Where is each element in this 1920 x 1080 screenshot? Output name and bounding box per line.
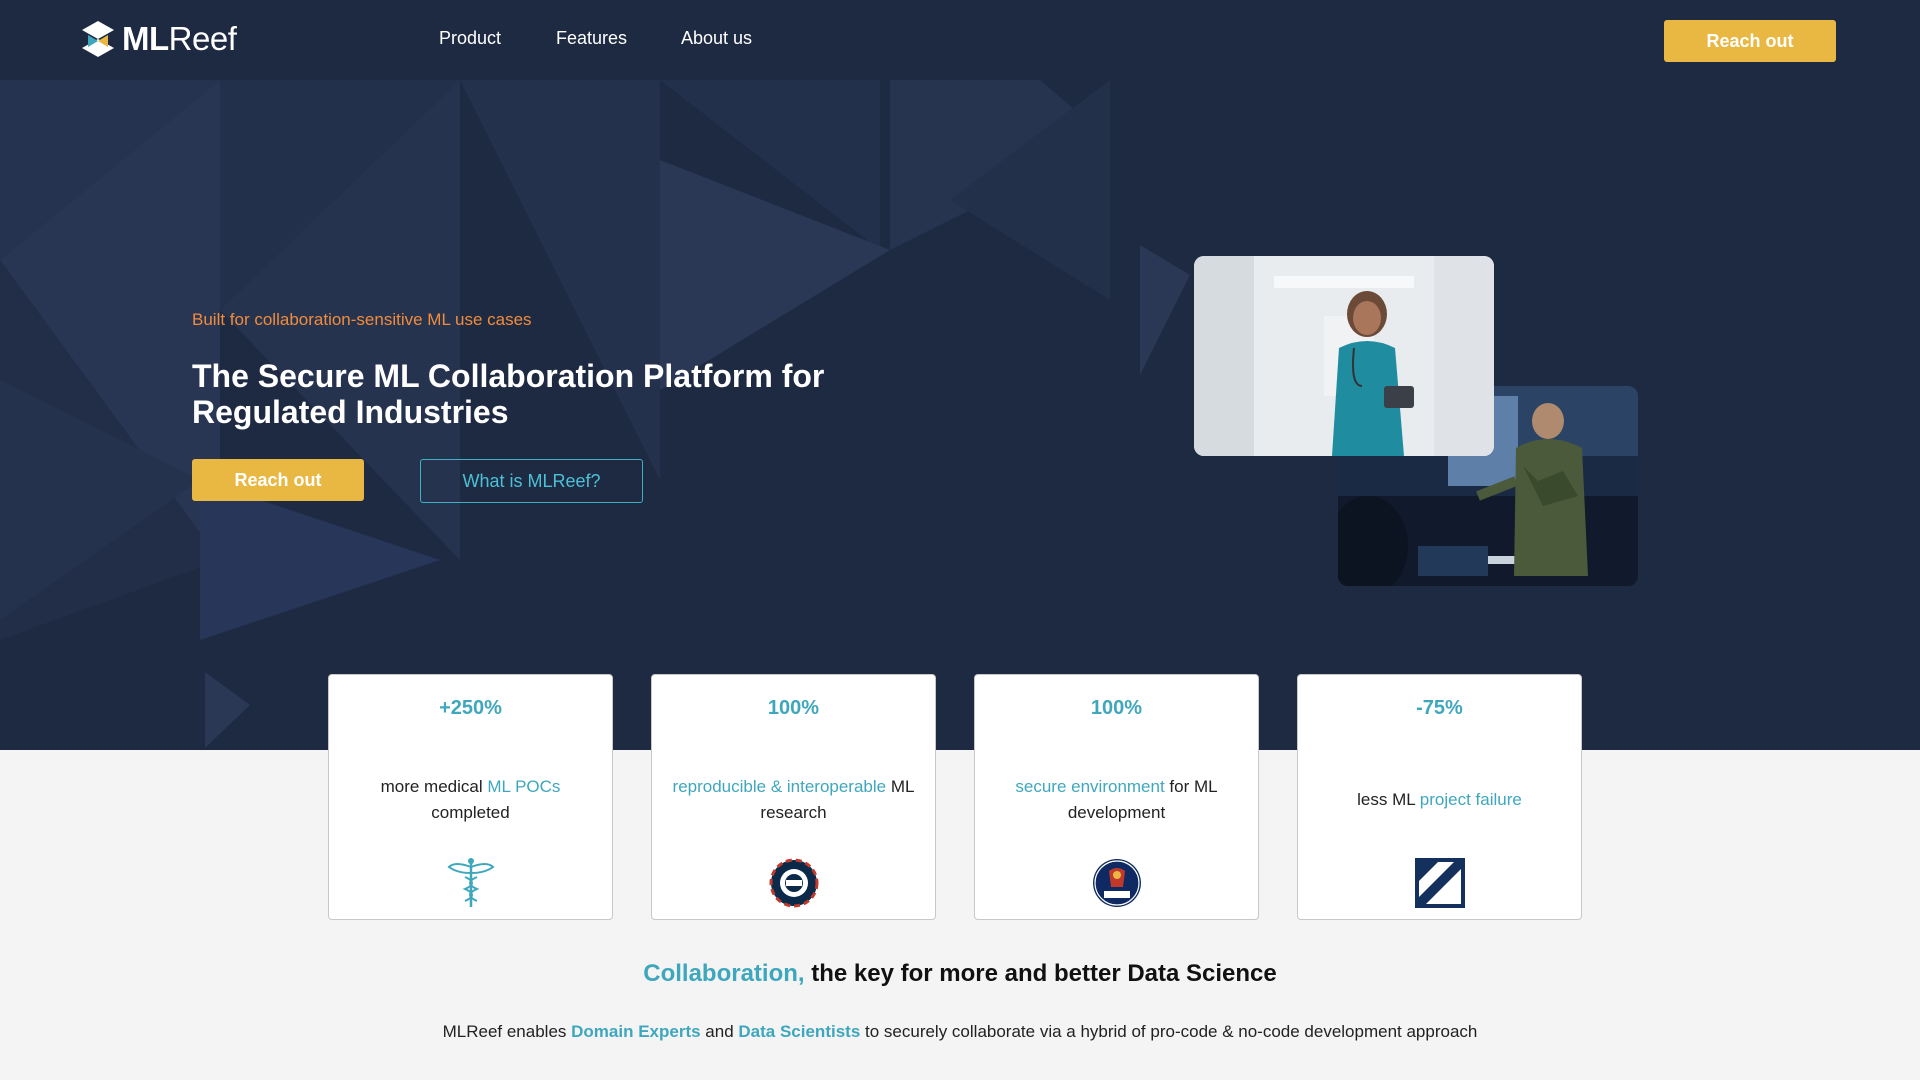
hero-eyebrow: Built for collaboration-sensitive ML use… [192, 310, 532, 329]
hero-title: The Secure ML Collaboration Platform for… [192, 358, 825, 430]
esa-logo-icon [769, 858, 818, 908]
hero-reach-out-button[interactable]: Reach out [192, 459, 364, 501]
nav-about-us-link[interactable]: About us [681, 28, 752, 49]
logo-text: MLReef [122, 20, 237, 57]
top-navigation: MLReef Product Features About us Reach o… [0, 0, 1920, 80]
saab-logo-icon [1092, 859, 1141, 907]
stat-value: 100% [1090, 697, 1143, 719]
stat-card: +250% more medical ML POCs completed [328, 674, 613, 920]
stat-card: -75% less ML project failure [1297, 674, 1582, 920]
nurse-photo [1194, 256, 1494, 456]
stat-description: secure environment for ML development [1015, 777, 1218, 822]
stat-card: 100% reproducible & interoperable ML res… [651, 674, 936, 920]
caduceus-icon [446, 858, 495, 907]
nav-reach-out-button[interactable]: Reach out [1664, 20, 1836, 62]
stat-value: -75% [1416, 697, 1463, 719]
what-is-mlreef-button[interactable]: What is MLReef? [420, 459, 643, 503]
nav-product-link[interactable]: Product [439, 28, 501, 49]
nurse-photo-illustration [1194, 256, 1494, 456]
collaboration-description: MLReef enables Domain Experts and Data S… [442, 1022, 1478, 1041]
square-slash-logo-icon [1414, 858, 1465, 908]
stat-value: +250% [439, 697, 502, 719]
stat-description: less ML project failure [1357, 790, 1522, 809]
collaboration-heading: Collaboration, the key for more and bett… [643, 960, 1277, 987]
stat-value: 100% [767, 697, 820, 719]
mlreef-logo[interactable]: MLReef [82, 20, 237, 58]
stat-card: 100% secure environment for ML developme… [974, 674, 1259, 920]
nav-features-link[interactable]: Features [556, 28, 627, 49]
stat-description: reproducible & interoperable ML research [672, 777, 915, 822]
stat-description: more medical ML POCs completed [380, 777, 561, 822]
mlreef-logo-icon [82, 21, 114, 57]
